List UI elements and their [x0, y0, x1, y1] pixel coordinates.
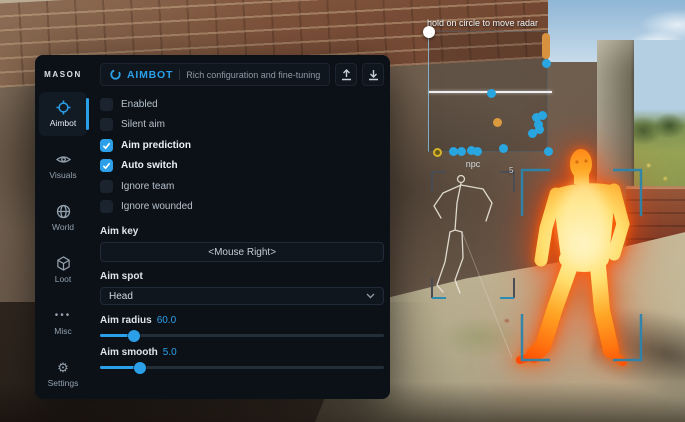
aim-spot-value: Head [109, 291, 366, 302]
section-header: AIMBOT Rich configuration and fine-tunin… [100, 63, 330, 86]
checkbox-ignore-team[interactable]: Ignore team [100, 176, 384, 197]
aim-radius-slider[interactable] [100, 334, 384, 337]
checkbox-box [100, 98, 113, 111]
skeleton-name-label: npc [466, 159, 481, 169]
checkbox-aim-prediction[interactable]: Aim prediction [100, 135, 384, 156]
section-subtitle: Rich configuration and fine-tuning [186, 70, 320, 80]
checkbox-box [100, 180, 113, 193]
panel-content: AIMBOT Rich configuration and fine-tunin… [91, 55, 397, 399]
divider [179, 69, 180, 80]
slider-handle[interactable] [128, 330, 140, 342]
gear-icon: ⚙ [57, 360, 69, 375]
aim-smooth-slider[interactable] [100, 366, 384, 369]
sidebar-item-settings[interactable]: ⚙ Settings [39, 352, 87, 396]
slider-handle[interactable] [134, 362, 146, 374]
dots-icon: ••• [55, 308, 72, 323]
aim-radius-value: 60.0 [157, 315, 176, 326]
screenshot-root: npc 5 hold on circle to move radar [0, 0, 685, 422]
checkbox-ignore-wounded[interactable]: Ignore wounded [100, 197, 384, 218]
spinner-icon [110, 69, 121, 80]
aim-radius-label: Aim radius [100, 315, 152, 326]
aim-smooth-label: Aim smooth [100, 347, 158, 358]
aim-spot-select[interactable]: Head [100, 287, 384, 305]
chevron-down-icon [366, 291, 375, 302]
aim-radius-group: Aim radius 60.0 [100, 315, 384, 337]
cube-icon [56, 256, 71, 271]
radar-orange-marker [542, 33, 550, 59]
checkbox-box [100, 159, 113, 172]
radar-dot [493, 118, 502, 127]
checkbox-box [100, 118, 113, 131]
esp-distance-label: 5 [509, 166, 513, 175]
checkbox-silent-aim[interactable]: Silent aim [100, 115, 384, 136]
radar-drag-handle[interactable] [423, 26, 435, 38]
sidebar-nav: Aimbot Visuals World [39, 92, 87, 404]
sidebar-item-visuals[interactable]: Visuals [39, 144, 87, 188]
radar-widget[interactable] [428, 31, 548, 152]
aim-smooth-group: Aim smooth 5.0 [100, 347, 384, 369]
crosshair-icon [56, 100, 71, 115]
sidebar: MASON Aimbot Visuals [35, 55, 91, 399]
player-esp-brackets [520, 167, 646, 365]
sidebar-item-world[interactable]: World [39, 196, 87, 240]
checkbox-auto-switch[interactable]: Auto switch [100, 156, 384, 177]
cheat-menu-panel: MASON Aimbot Visuals [35, 55, 390, 399]
checkbox-box [100, 200, 113, 213]
radar-dot [499, 144, 508, 153]
radar-dot [538, 111, 547, 120]
aim-spot-label: Aim spot [100, 271, 384, 282]
radar-dot [544, 147, 553, 156]
skeleton-esp: npc [427, 158, 527, 368]
section-title: AIMBOT [127, 69, 173, 81]
import-config-button[interactable] [362, 63, 384, 86]
sidebar-item-misc[interactable]: ••• Misc [39, 300, 87, 344]
brand-name: MASON [44, 70, 82, 79]
checkbox-enabled[interactable]: Enabled [100, 94, 384, 115]
radar-dot [433, 148, 442, 157]
sidebar-item-loot[interactable]: Loot [39, 248, 87, 292]
download-icon [368, 69, 379, 81]
radar-dot [535, 125, 544, 134]
upload-icon [341, 69, 352, 81]
eye-icon [56, 152, 71, 167]
radar-dot [487, 89, 496, 98]
export-config-button[interactable] [335, 63, 357, 86]
globe-icon [56, 204, 71, 219]
aim-smooth-value: 5.0 [163, 347, 177, 358]
sidebar-item-aimbot[interactable]: Aimbot [39, 92, 87, 136]
radar-dot [473, 147, 482, 156]
checkbox-box [100, 139, 113, 152]
aim-key-label: Aim key [100, 226, 384, 237]
radar-marker-dot [542, 59, 551, 68]
radar-hint-text: hold on circle to move radar [427, 18, 538, 28]
aim-key-button[interactable]: <Mouse Right> [100, 242, 384, 262]
radar-dot [457, 147, 466, 156]
